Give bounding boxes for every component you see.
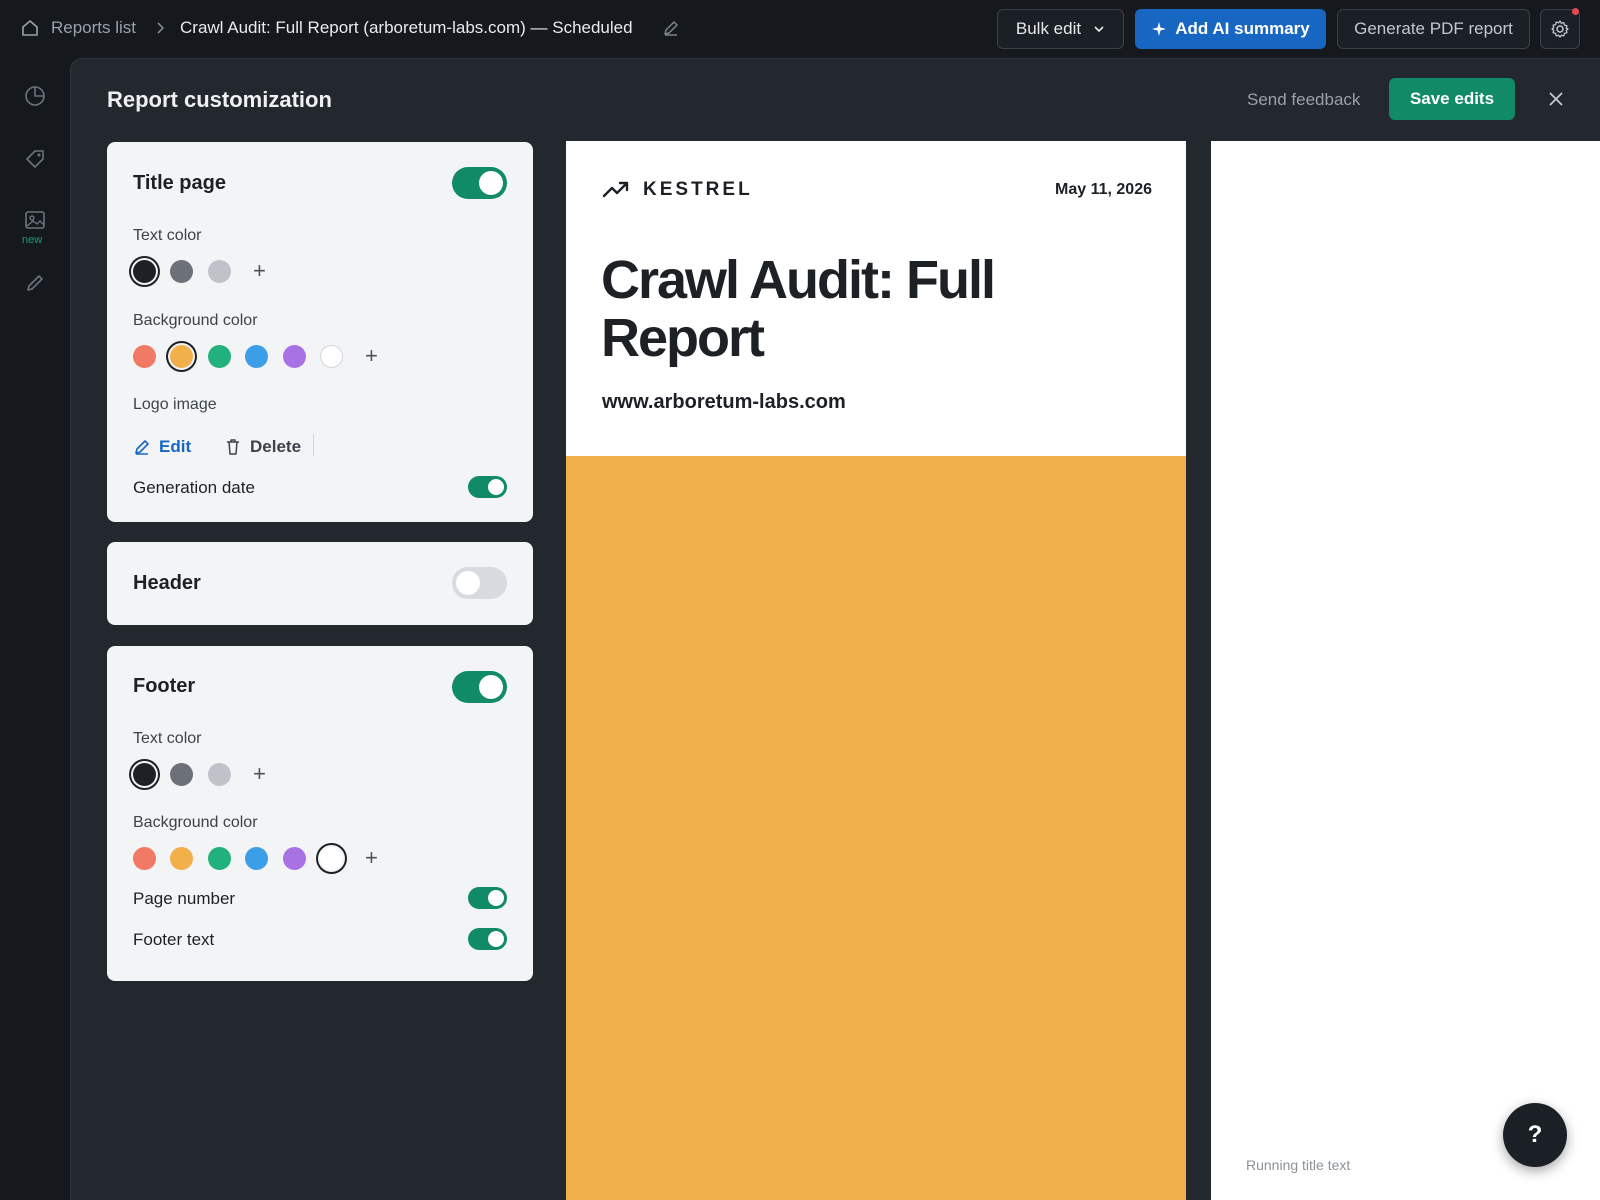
chevron-right-icon — [154, 21, 166, 35]
left-rail: new — [0, 58, 70, 1200]
panel-title: Report customization — [107, 87, 332, 112]
trending-up-icon — [602, 178, 630, 200]
add-ai-summary-label: Add AI summary — [1175, 19, 1310, 38]
trash-icon — [227, 439, 239, 455]
new-badge: new — [22, 234, 43, 246]
title-page-heading: Title page — [133, 172, 226, 194]
bg-color-swatch-green[interactable] — [208, 345, 231, 368]
chevron-down-icon — [1094, 26, 1104, 33]
logo-image-label: Logo image — [133, 396, 217, 413]
sparkle-icon — [1152, 22, 1167, 36]
generate-pdf-label: Generate PDF report — [1354, 19, 1513, 38]
text-color-swatch-gray[interactable] — [170, 260, 193, 283]
save-edits-button[interactable]: Save edits — [1389, 78, 1515, 120]
footer-text-color-swatch-black[interactable] — [133, 763, 156, 786]
text-color-swatch-light-gray[interactable] — [208, 260, 231, 283]
add-ai-summary-button[interactable]: Add AI summary — [1135, 9, 1326, 49]
header-heading: Header — [133, 572, 201, 594]
report-title: Crawl Audit: Full Report (arboretum-labs… — [180, 18, 633, 37]
bg-color-swatch-blue[interactable] — [245, 345, 268, 368]
page-number-toggle[interactable] — [468, 887, 507, 909]
footer-text-color-swatch-light-gray[interactable] — [208, 763, 231, 786]
generation-date-toggle[interactable] — [468, 476, 507, 498]
footer-background-color-label: Background color — [133, 814, 258, 831]
title-page-card: Title page Text color + Background color… — [107, 142, 533, 522]
bg-color-swatch-purple[interactable] — [283, 345, 306, 368]
preview-date: May 11, 2026 — [1055, 181, 1152, 198]
delete-logo-button[interactable]: Delete — [224, 437, 301, 457]
text-color-swatch-black[interactable] — [133, 260, 156, 283]
footer-bg-swatch-green[interactable] — [208, 847, 231, 870]
bulk-edit-label: Bulk edit — [1015, 19, 1082, 38]
text-color-label: Text color — [133, 227, 202, 244]
toggle-knob — [488, 479, 504, 495]
preview-content-page: Running title text — [1211, 141, 1600, 1200]
settings-button[interactable] — [1540, 9, 1580, 49]
background-color-label: Background color — [133, 312, 258, 329]
generate-pdf-button[interactable]: Generate PDF report — [1337, 9, 1530, 49]
toggle-knob — [479, 171, 503, 195]
edit-logo-label: Edit — [159, 437, 192, 456]
footer-bg-swatch-orange[interactable] — [170, 847, 193, 870]
pencil-icon[interactable] — [24, 272, 46, 294]
header-toggle[interactable] — [452, 567, 507, 599]
tag-icon[interactable] — [24, 148, 46, 170]
help-button[interactable]: ? — [1503, 1103, 1567, 1167]
toggle-knob — [488, 931, 504, 947]
preview-url: www.arboretum-labs.com — [602, 391, 846, 413]
footer-bg-swatch-purple[interactable] — [283, 847, 306, 870]
bg-color-swatch-orange[interactable] — [170, 345, 193, 368]
generation-date-label: Generation date — [133, 478, 255, 497]
pie-chart-icon[interactable] — [24, 85, 46, 107]
notification-dot — [1572, 8, 1579, 15]
close-icon[interactable] — [1547, 90, 1565, 108]
edit-title-icon[interactable] — [662, 19, 680, 37]
pencil-icon — [135, 440, 149, 455]
preview-title-page: KESTREL May 11, 2026 Crawl Audit: Full R… — [566, 141, 1186, 1200]
send-feedback-link[interactable]: Send feedback — [1247, 90, 1360, 110]
add-footer-bg-color-icon[interactable]: + — [365, 847, 378, 869]
footer-card: Footer Text color + Background color + P… — [107, 646, 533, 981]
running-title-text: Running title text — [1246, 1157, 1351, 1173]
footer-text-color-swatch-gray[interactable] — [170, 763, 193, 786]
footer-heading: Footer — [133, 675, 196, 697]
footer-text-color-label: Text color — [133, 730, 202, 747]
preview-title: Crawl Audit: Full Report — [601, 250, 996, 368]
title-page-background-band — [566, 456, 1186, 1200]
title-page-toggle[interactable] — [452, 167, 507, 199]
page-number-label: Page number — [133, 889, 236, 908]
image-icon[interactable] — [24, 209, 46, 231]
footer-text-label: Footer text — [133, 930, 215, 949]
add-footer-text-color-icon[interactable]: + — [253, 763, 266, 785]
delete-logo-label: Delete — [250, 437, 302, 456]
bg-color-swatch-coral[interactable] — [133, 345, 156, 368]
footer-bg-swatch-blue[interactable] — [245, 847, 268, 870]
bulk-edit-button[interactable]: Bulk edit — [997, 9, 1124, 49]
footer-bg-swatch-coral[interactable] — [133, 847, 156, 870]
toggle-knob — [479, 675, 503, 699]
bg-color-swatch-white[interactable] — [320, 345, 343, 368]
top-bar: Reports list Crawl Audit: Full Report (a… — [0, 0, 1600, 58]
footer-bg-swatch-white[interactable] — [320, 847, 343, 870]
footer-toggle[interactable] — [452, 671, 507, 703]
toggle-knob — [488, 890, 504, 906]
header-card: Header — [107, 542, 533, 625]
breadcrumb-reports-list[interactable]: Reports list — [51, 18, 136, 38]
home-icon[interactable] — [20, 18, 40, 38]
footer-text-toggle[interactable] — [468, 928, 507, 950]
add-bg-color-icon[interactable]: + — [365, 345, 378, 367]
brand-name: KESTREL — [643, 179, 753, 200]
toggle-knob — [456, 571, 480, 595]
gear-icon — [1551, 20, 1569, 38]
add-text-color-icon[interactable]: + — [253, 260, 266, 282]
divider — [313, 434, 314, 456]
edit-logo-button[interactable]: Edit — [133, 437, 191, 457]
